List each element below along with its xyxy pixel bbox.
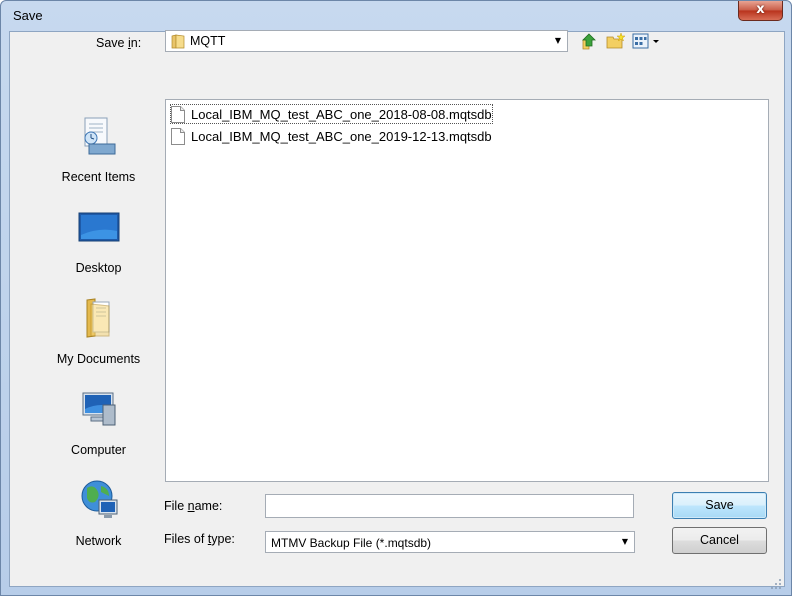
title-bar[interactable]: Save x <box>1 1 791 31</box>
create-new-folder-icon[interactable] <box>606 32 626 50</box>
close-button[interactable]: x <box>738 1 783 21</box>
chevron-down-icon[interactable]: ▼ <box>549 31 567 51</box>
chevron-down-icon[interactable]: ▼ <box>616 532 634 552</box>
files-of-type-dropdown[interactable]: MTMV Backup File (*.mqtsdb) ▼ <box>265 531 635 553</box>
resize-grip-icon[interactable] <box>770 578 782 590</box>
list-item[interactable]: Local_IBM_MQ_test_ABC_one_2018-08-08.mqt… <box>170 104 493 124</box>
place-network[interactable]: Network <box>45 478 152 558</box>
computer-icon <box>77 387 121 431</box>
file-list[interactable]: Local_IBM_MQ_test_ABC_one_2018-08-08.mqt… <box>165 99 769 482</box>
places-bar: Recent Items Desktop My Documents Comput… <box>45 100 152 560</box>
place-label: Network <box>75 534 122 548</box>
save-in-value: MQTT <box>190 34 226 48</box>
network-icon <box>77 478 121 522</box>
place-my-documents[interactable]: My Documents <box>45 296 152 376</box>
place-computer[interactable]: Computer <box>45 387 152 467</box>
place-label: Recent Items <box>61 170 136 184</box>
up-one-level-icon[interactable] <box>581 32 601 50</box>
view-menu-icon[interactable] <box>632 32 664 50</box>
file-name: Local_IBM_MQ_test_ABC_one_2018-08-08.mqt… <box>191 106 492 122</box>
recent-items-icon <box>77 114 121 158</box>
save-in-label: Save in: <box>96 36 142 50</box>
my-documents-icon <box>77 296 121 340</box>
save-button[interactable]: Save <box>672 492 767 519</box>
place-label: Desktop <box>75 261 122 275</box>
files-of-type-value: MTMV Backup File (*.mqtsdb) <box>271 536 432 550</box>
files-of-type-label: Files of type: <box>164 532 235 546</box>
save-in-dropdown[interactable]: MQTT ▼ <box>165 30 568 52</box>
file-name: Local_IBM_MQ_test_ABC_one_2019-12-13.mqt… <box>191 128 492 144</box>
folder-icon <box>171 34 185 52</box>
place-desktop[interactable]: Desktop <box>45 205 152 285</box>
file-name-field[interactable] <box>265 494 634 518</box>
window-title: Save <box>13 8 43 23</box>
document-icon <box>171 127 185 145</box>
place-label: Computer <box>71 443 126 457</box>
place-recent-items[interactable]: Recent Items <box>45 114 152 194</box>
list-item[interactable]: Local_IBM_MQ_test_ABC_one_2019-12-13.mqt… <box>171 127 492 145</box>
place-label: My Documents <box>56 352 141 366</box>
document-icon <box>171 105 185 123</box>
cancel-button[interactable]: Cancel <box>672 527 767 554</box>
file-name-label: File name: <box>164 499 223 513</box>
desktop-icon <box>77 205 121 249</box>
